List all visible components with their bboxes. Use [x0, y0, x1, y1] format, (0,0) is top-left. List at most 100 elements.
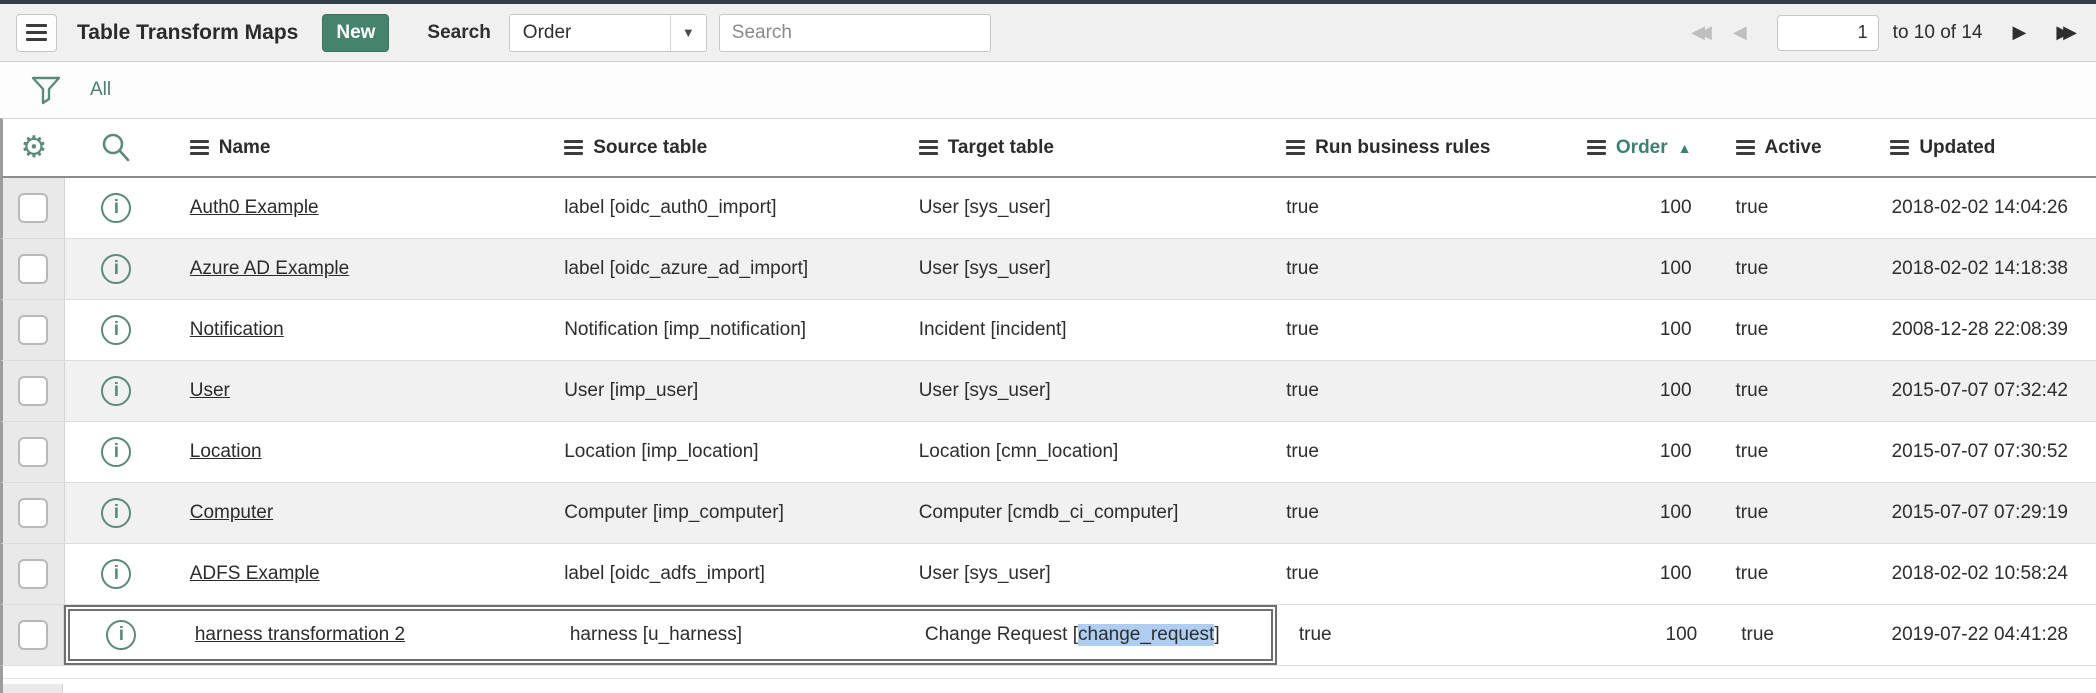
active-cell: true: [1714, 483, 1869, 543]
column-menu-icon[interactable]: [1890, 140, 1909, 155]
active-cell: true: [1714, 422, 1869, 482]
order-cell: 100: [1544, 483, 1714, 543]
gear-icon[interactable]: ⚙: [21, 133, 48, 163]
target-table-cell: Computer [cmdb_ci_computer]: [897, 483, 1264, 543]
column-menu-icon[interactable]: [919, 140, 938, 155]
chevron-down-icon: ▼: [670, 15, 706, 51]
column-menu-icon[interactable]: [1286, 140, 1305, 155]
search-column-dropdown[interactable]: Order ▼: [509, 14, 707, 52]
search-label: Search: [427, 22, 490, 44]
target-table-cell: User [sys_user]: [897, 239, 1264, 299]
record-name-link[interactable]: Notification: [190, 319, 284, 341]
record-name-link[interactable]: Computer: [190, 502, 273, 524]
active-cell: true: [1714, 239, 1869, 299]
order-cell: 100: [1544, 422, 1714, 482]
info-icon[interactable]: i: [101, 376, 131, 406]
selected-text: change_request: [1078, 624, 1214, 646]
column-header-active[interactable]: Active: [1714, 119, 1869, 176]
row-checkbox[interactable]: [18, 559, 48, 589]
info-icon[interactable]: i: [101, 254, 131, 284]
source-table-cell: harness [u_harness]: [548, 611, 903, 659]
order-cell: 100: [1544, 361, 1714, 421]
column-menu-icon[interactable]: [1587, 140, 1606, 155]
page-number-input[interactable]: [1777, 15, 1879, 51]
source-table-cell: Computer [imp_computer]: [542, 483, 896, 543]
updated-cell: 2019-07-22 04:41:28: [1872, 605, 2096, 665]
breadcrumb-all-link[interactable]: All: [90, 79, 111, 101]
info-icon[interactable]: i: [101, 559, 131, 589]
active-cell: true: [1714, 361, 1869, 421]
column-header-order[interactable]: Order ▲: [1544, 119, 1714, 176]
row-checkbox[interactable]: [18, 437, 48, 467]
record-name-link[interactable]: harness transformation 2: [195, 624, 405, 646]
updated-cell: 2008-12-28 22:08:39: [1868, 300, 2096, 360]
row-checkbox[interactable]: [18, 315, 48, 345]
column-menu-icon[interactable]: [190, 140, 209, 155]
filter-funnel-icon[interactable]: [30, 74, 62, 106]
source-table-cell: User [imp_user]: [542, 361, 896, 421]
next-page-button[interactable]: ▶: [2008, 18, 2030, 47]
info-icon[interactable]: i: [101, 437, 131, 467]
run-business-rules-cell: true: [1264, 178, 1544, 238]
table-row-selected: i harness transformation 2 harness [u_ha…: [0, 605, 2096, 666]
target-table-cell: User [sys_user]: [897, 361, 1264, 421]
column-menu-icon[interactable]: [564, 140, 583, 155]
run-business-rules-cell: true: [1264, 422, 1544, 482]
column-menu-icon[interactable]: [1736, 140, 1755, 155]
record-name-link[interactable]: User: [190, 380, 230, 402]
sort-ascending-icon: ▲: [1678, 140, 1692, 156]
updated-cell: 2018-02-02 14:18:38: [1868, 239, 2096, 299]
row-checkbox[interactable]: [18, 254, 48, 284]
record-name-link[interactable]: Auth0 Example: [190, 197, 319, 219]
new-record-button[interactable]: New: [322, 14, 389, 52]
column-header-updated[interactable]: Updated: [1868, 119, 2096, 176]
previous-page-button[interactable]: ◀: [1729, 18, 1751, 47]
search-input[interactable]: [719, 14, 991, 52]
record-name-link[interactable]: ADFS Example: [190, 563, 320, 585]
order-cell: 100: [1544, 239, 1714, 299]
active-cell: true: [1719, 605, 1872, 665]
list-context-menu-button[interactable]: [16, 14, 57, 52]
column-header-source-table[interactable]: Source table: [542, 119, 896, 176]
info-icon[interactable]: i: [101, 498, 131, 528]
active-cell: true: [1714, 178, 1869, 238]
record-name-link[interactable]: Location: [190, 441, 262, 463]
info-icon[interactable]: i: [101, 315, 131, 345]
run-business-rules-cell: true: [1264, 544, 1544, 604]
target-table-cell: User [sys_user]: [897, 178, 1264, 238]
first-page-button[interactable]: ◀◀: [1687, 18, 1715, 47]
row-checkbox[interactable]: [18, 193, 48, 223]
column-header-row: ⚙ Name Source table Target table Run bus…: [0, 118, 2096, 178]
search-icon[interactable]: [99, 131, 133, 165]
search-column-selected-value: Order: [510, 22, 670, 44]
run-business-rules-cell: true: [1264, 300, 1544, 360]
info-icon[interactable]: i: [106, 620, 136, 650]
run-business-rules-cell: true: [1264, 483, 1544, 543]
order-cell: 100: [1544, 178, 1714, 238]
column-header-target-table[interactable]: Target table: [897, 119, 1264, 176]
row-checkbox[interactable]: [18, 620, 48, 650]
source-table-cell: label [oidc_auth0_import]: [542, 178, 896, 238]
row-checkbox[interactable]: [18, 376, 48, 406]
table-row: i Notification Notification [imp_notific…: [0, 300, 2096, 361]
info-icon[interactable]: i: [101, 193, 131, 223]
source-table-cell: label [oidc_adfs_import]: [542, 544, 896, 604]
source-table-cell: Notification [imp_notification]: [542, 300, 896, 360]
row-checkbox[interactable]: [18, 498, 48, 528]
source-table-cell: label [oidc_azure_ad_import]: [542, 239, 896, 299]
last-page-button[interactable]: ▶▶: [2052, 18, 2080, 47]
column-header-name[interactable]: Name: [168, 119, 542, 176]
target-table-cell-editing[interactable]: Change Request [change_request]: [903, 611, 1271, 659]
list-bottom-strip: [0, 666, 2096, 693]
source-table-cell: Location [imp_location]: [542, 422, 896, 482]
order-cell: 100: [1552, 605, 1719, 665]
updated-cell: 2015-07-07 07:32:42: [1868, 361, 2096, 421]
record-name-link[interactable]: Azure AD Example: [190, 258, 349, 280]
pagination-range-text: to 10 of 14: [1893, 22, 1983, 44]
table-row: i Auth0 Example label [oidc_auth0_import…: [0, 178, 2096, 239]
column-header-run-business-rules[interactable]: Run business rules: [1264, 119, 1544, 176]
order-cell: 100: [1544, 300, 1714, 360]
run-business-rules-cell: true: [1264, 361, 1544, 421]
focused-row-outline: i harness transformation 2 harness [u_ha…: [64, 605, 1277, 665]
order-cell: 100: [1544, 544, 1714, 604]
